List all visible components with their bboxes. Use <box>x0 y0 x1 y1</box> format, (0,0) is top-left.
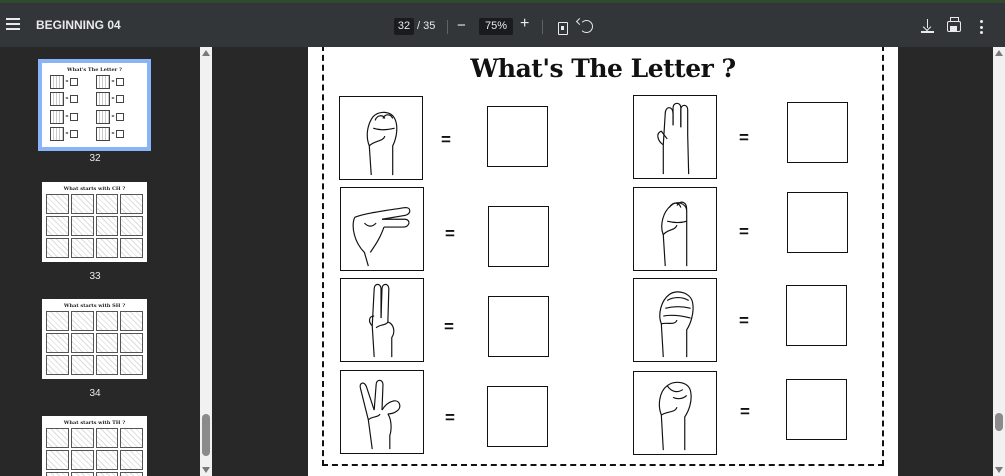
rotate-counterclockwise-icon[interactable] <box>580 20 593 33</box>
sign-hand-image <box>339 96 423 180</box>
pdf-toolbar: BEGINNING 04 32 / 35 − 75% + <box>0 0 1005 47</box>
scroll-up-arrow-icon[interactable] <box>995 50 1003 56</box>
thumbnail-page-number: 34 <box>89 388 101 399</box>
thumbnail-title: What starts with TH ? <box>63 420 126 426</box>
thumbnail-sidebar: What's The Letter ? = = = = = = = = 32 What … <box>0 47 200 476</box>
sign-hand-image <box>633 187 717 271</box>
equals-sign: = <box>739 311 749 330</box>
answer-box[interactable] <box>786 285 847 346</box>
sign-hand-image <box>340 187 424 271</box>
sign-hand-image <box>633 278 717 362</box>
thumbnail-page-34[interactable]: What starts with SH ? <box>42 299 147 379</box>
sign-hand-image <box>633 95 717 179</box>
sidebar-scrollbar-thumb[interactable] <box>202 414 210 456</box>
page-number-input[interactable]: 32 <box>394 18 414 35</box>
thumbnail-content <box>46 194 143 258</box>
thumbnail-title: What starts with CH ? <box>63 186 126 192</box>
answer-box[interactable] <box>488 206 549 267</box>
zoom-level-input[interactable]: 75% <box>479 18 513 35</box>
thumbnail-page-number: 33 <box>89 271 101 282</box>
document-title: BEGINNING 04 <box>36 18 121 32</box>
toolbar-divider <box>447 20 448 34</box>
sidebar-scrollbar[interactable] <box>200 47 212 476</box>
page-total: / 35 <box>417 20 436 32</box>
more-vert-icon[interactable] <box>979 20 983 34</box>
answer-box[interactable] <box>488 296 549 357</box>
scroll-down-arrow-icon[interactable] <box>202 467 210 473</box>
page-heading: What's The Letter ? <box>470 54 736 83</box>
pdf-viewer: What's The Letter ? = = = = = = = = <box>212 47 993 476</box>
thumbnail-page-33[interactable]: What starts with CH ? <box>42 182 147 262</box>
equals-sign: = <box>739 128 749 147</box>
answer-box[interactable] <box>487 386 548 447</box>
answer-box[interactable] <box>487 106 548 167</box>
hamburger-menu-icon[interactable] <box>4 15 22 33</box>
answer-box[interactable] <box>787 102 848 163</box>
equals-sign: = <box>445 224 455 243</box>
equals-sign: = <box>739 222 749 241</box>
equals-sign: = <box>441 130 451 149</box>
sign-hand-image <box>633 371 717 455</box>
pdf-page: What's The Letter ? = = = = = = = = <box>308 47 898 476</box>
toolbar-divider <box>542 20 543 34</box>
equals-sign: = <box>445 408 455 427</box>
equals-sign: = <box>444 317 454 336</box>
thumbnail-title: What's The Letter ? <box>67 67 122 73</box>
thumbnail-title: What starts with SH ? <box>63 303 126 309</box>
answer-box[interactable] <box>786 379 847 440</box>
equals-sign: = <box>740 402 750 421</box>
sign-hand-image <box>340 370 424 454</box>
thumbnail-content <box>46 428 143 476</box>
zoom-in-button[interactable]: + <box>520 15 529 33</box>
thumbnail-page-number: 32 <box>89 153 101 164</box>
fit-to-page-icon[interactable] <box>558 22 568 35</box>
print-icon[interactable] <box>947 17 961 32</box>
viewer-scrollbar[interactable] <box>993 47 1005 476</box>
scroll-down-arrow-icon[interactable] <box>995 467 1003 473</box>
sign-hand-image <box>340 278 424 362</box>
download-icon[interactable] <box>921 19 934 34</box>
viewer-scrollbar-thumb[interactable] <box>995 413 1003 431</box>
thumbnail-page-32[interactable]: What's The Letter ? = = = = = = = = <box>38 59 151 151</box>
thumbnail-content: = = = = = = = = <box>50 75 139 141</box>
answer-box[interactable] <box>787 192 848 253</box>
thumbnail-content <box>46 311 143 375</box>
zoom-out-button[interactable]: − <box>457 17 466 34</box>
scroll-up-arrow-icon[interactable] <box>202 50 210 56</box>
thumbnail-page-35[interactable]: What starts with TH ? <box>42 416 147 476</box>
